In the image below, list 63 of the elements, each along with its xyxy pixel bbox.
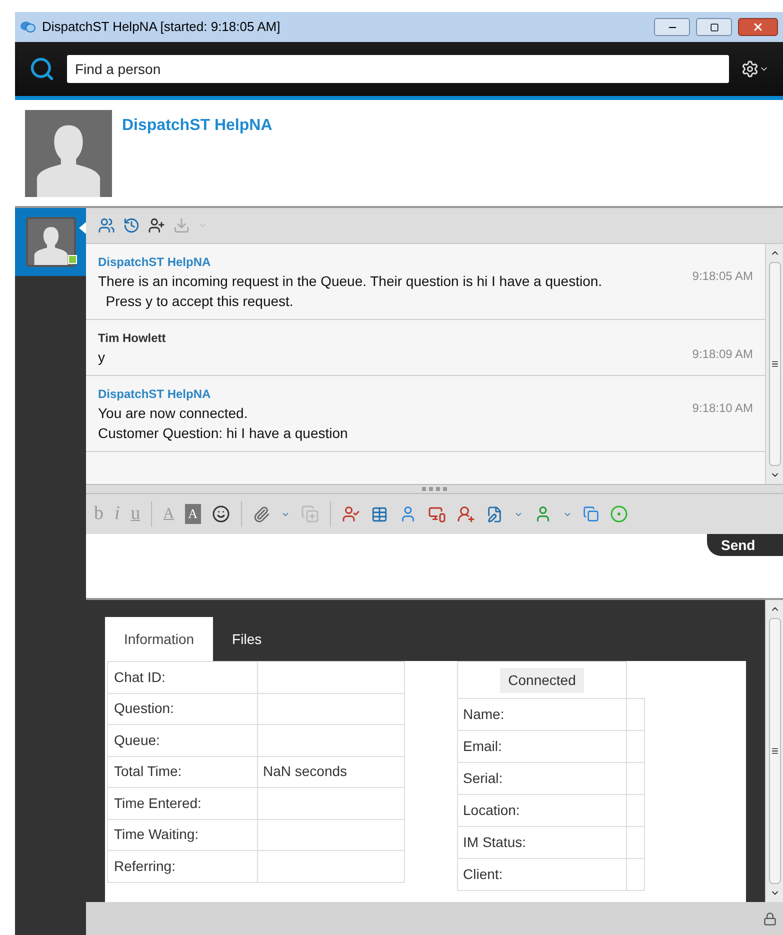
table-cell: Time Waiting: — [108, 820, 258, 850]
avatar-silhouette-icon — [28, 219, 74, 265]
scrollbar[interactable] — [765, 600, 783, 902]
message-sender: DispatchST HelpNA — [98, 254, 212, 271]
message-text: You are now connected. — [98, 404, 249, 423]
message-time: 9:18:10 AM — [691, 400, 753, 417]
search-field[interactable]: Find a person — [67, 55, 729, 83]
message-time: 9:18:09 AM — [691, 346, 753, 363]
people-icon[interactable] — [98, 217, 115, 234]
contact-tab[interactable] — [15, 208, 86, 276]
table-cell: Chat ID: — [108, 662, 258, 692]
online-status-icon — [68, 255, 77, 264]
table-cell: Serial: — [458, 763, 627, 794]
lock-icon — [763, 912, 777, 926]
add-person-icon[interactable] — [456, 505, 475, 523]
maximize-icon — [710, 22, 718, 32]
table-cell: IM Status: — [458, 827, 627, 858]
send-button[interactable]: Send — [707, 534, 783, 556]
chat-bubbles-icon — [20, 19, 36, 35]
info-tab[interactable]: Information — [105, 617, 214, 661]
table-icon[interactable] — [370, 506, 388, 522]
message-sender: Tim Howlett — [98, 330, 167, 347]
person-screen-icon[interactable] — [428, 505, 446, 523]
settings-button[interactable] — [741, 60, 769, 78]
scrollbar[interactable] — [765, 244, 783, 484]
table-cell: Location: — [458, 795, 627, 826]
message-sender: DispatchST HelpNA — [98, 386, 212, 403]
splitter-grip-icon[interactable] — [422, 487, 448, 491]
profile-name: DispatchST HelpNA — [122, 116, 272, 136]
table-cell: Question: — [108, 694, 258, 724]
edit-document-icon[interactable] — [486, 506, 503, 522]
close-button[interactable] — [738, 18, 778, 36]
window-title: DispatchST HelpNA [started: 9:18:05 AM] — [42, 18, 282, 36]
table-cell: Referring: — [108, 851, 258, 882]
smiley-icon[interactable] — [212, 505, 230, 523]
message-text: y — [98, 348, 106, 367]
message-text: Customer Question: hi I have a question — [98, 424, 349, 443]
table-cell: Client: — [458, 859, 627, 890]
history-icon[interactable] — [123, 217, 140, 234]
add-person-icon[interactable] — [148, 217, 165, 234]
message-time: 9:18:05 AM — [691, 268, 753, 285]
avatar-silhouette-icon — [25, 110, 112, 197]
table-cell: Time Entered: — [108, 788, 258, 818]
close-icon — [752, 21, 764, 33]
table-cell-text: NaN seconds — [262, 762, 348, 782]
table-cell: Total Time: — [108, 756, 258, 787]
info-tab[interactable]: Files — [213, 617, 281, 661]
table-cell: Email: — [458, 731, 627, 762]
message-text: Press y to accept this request. — [104, 292, 294, 311]
scroll-grip-icon — [770, 360, 778, 368]
maximize-button[interactable] — [696, 18, 732, 36]
table-cell: Queue: — [108, 725, 258, 756]
connection-status-badge: Connected — [500, 668, 584, 692]
minimize-button[interactable] — [654, 18, 690, 36]
highlight-button[interactable]: A — [185, 504, 201, 524]
paperclip-icon[interactable] — [252, 506, 270, 522]
message-text: There is an incoming request in the Queue. Their question is hi I have a question. — [98, 272, 603, 291]
scroll-grip-icon — [770, 747, 778, 755]
copy-icon[interactable] — [582, 506, 599, 522]
person-transfer-icon[interactable] — [342, 505, 360, 523]
table-cell: Name: — [458, 699, 627, 730]
search-icon[interactable] — [29, 56, 55, 82]
settings-icon — [741, 60, 759, 78]
